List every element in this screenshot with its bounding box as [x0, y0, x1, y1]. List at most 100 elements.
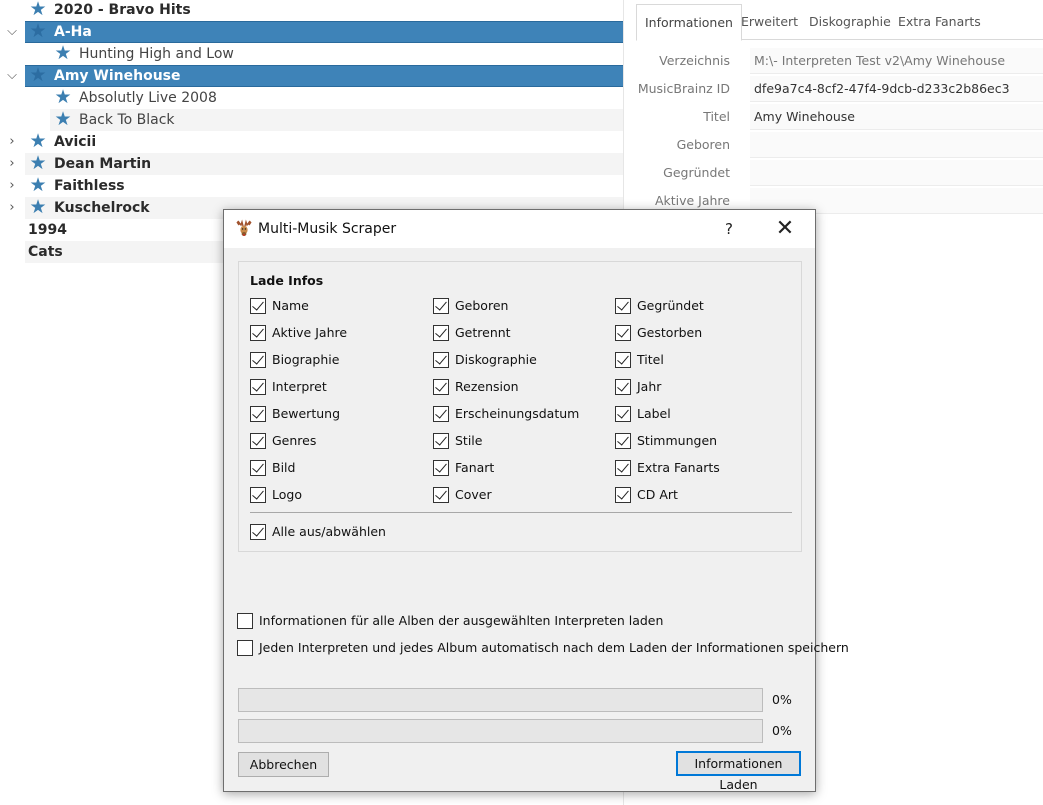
- tab-informationen[interactable]: Informationen: [636, 4, 742, 41]
- tree-row-album[interactable]: ★ Hunting High and Low: [0, 43, 623, 65]
- tree-row-artist[interactable]: › ★ Dean Martin: [0, 153, 623, 175]
- tree-row-label: Kuschelrock: [54, 200, 150, 216]
- tree-row-label: A-Ha: [54, 24, 92, 40]
- checkbox-box[interactable]: [433, 325, 449, 341]
- checkbox-label: Jahr: [637, 379, 662, 394]
- checkbox-label: CD Art: [637, 487, 678, 502]
- checkbox-label: Titel: [637, 352, 664, 367]
- star-icon: ★: [29, 64, 47, 86]
- load-info-button[interactable]: Informationen Laden: [676, 751, 801, 792]
- tab-diskographie[interactable]: Diskographie: [801, 4, 899, 40]
- star-icon: ★: [29, 0, 47, 20]
- expand-arrow-icon[interactable]: ›: [4, 197, 20, 219]
- tree-row-artist[interactable]: ⌵ ★ Amy Winehouse: [0, 65, 623, 87]
- expand-arrow-icon[interactable]: ›: [4, 131, 20, 153]
- star-icon: ★: [29, 130, 47, 152]
- tree-row-artist[interactable]: ⌵ ★ A-Ha: [0, 21, 623, 43]
- tree-row-label: Hunting High and Low: [79, 46, 234, 62]
- checkbox-label: Aktive Jahre: [272, 325, 348, 340]
- expand-arrow-icon[interactable]: ⌵: [4, 65, 20, 87]
- field-label: Titel: [703, 109, 730, 124]
- checkbox-label: Extra Fanarts: [637, 460, 720, 475]
- born-input[interactable]: [750, 132, 1043, 158]
- star-icon: ★: [54, 86, 72, 108]
- checkbox-label: Getrennt: [455, 325, 511, 340]
- checkbox-box[interactable]: [433, 487, 449, 503]
- checkbox-box[interactable]: [433, 406, 449, 422]
- star-icon: ★: [29, 20, 47, 42]
- dialog-titlebar[interactable]: Multi-Musik Scraper ? ✕: [224, 210, 815, 248]
- star-icon: ★: [54, 108, 72, 130]
- tree-row-label: Amy Winehouse: [54, 68, 181, 84]
- tree-row-artist[interactable]: ★ 2020 - Bravo Hits: [0, 0, 623, 21]
- checkbox-box[interactable]: [250, 460, 266, 476]
- checkbox-box[interactable]: [615, 460, 631, 476]
- checkbox-label: Jeden Interpreten und jedes Album automa…: [259, 640, 849, 655]
- checkbox-box[interactable]: [615, 352, 631, 368]
- checkbox-label: Erscheinungsdatum: [455, 406, 580, 421]
- checkbox-box[interactable]: [433, 298, 449, 314]
- checkbox-box[interactable]: [250, 433, 266, 449]
- field-label: Verzeichnis: [659, 53, 730, 68]
- group-title: Lade Infos: [250, 273, 324, 288]
- checkbox-box[interactable]: [433, 379, 449, 395]
- checkbox-label: Cover: [455, 487, 492, 502]
- tree-row-album[interactable]: ★ Absolutly Live 2008: [0, 87, 623, 109]
- tab-erweitert[interactable]: Erweitert: [733, 4, 806, 40]
- checkbox-box[interactable]: [250, 325, 266, 341]
- scraper-dialog: Multi-Musik Scraper ? ✕ Lade Infos Name G…: [223, 209, 849, 792]
- tree-row-label: Dean Martin: [54, 156, 152, 172]
- checkbox-box[interactable]: [250, 352, 266, 368]
- help-button[interactable]: ?: [712, 210, 746, 248]
- tree-row-label: Faithless: [54, 178, 125, 194]
- title-input[interactable]: Amy Winehouse: [750, 104, 1043, 130]
- separator: [250, 512, 792, 513]
- tab-extra-fanarts[interactable]: Extra Fanarts: [890, 4, 989, 40]
- checkbox-label: Bewertung: [272, 406, 340, 421]
- checkbox-box[interactable]: [433, 352, 449, 368]
- details-tabs: Informationen Erweitert Diskographie Ext…: [636, 4, 1043, 41]
- checkbox-box[interactable]: [237, 613, 253, 629]
- tree-row-label: Cats: [28, 244, 63, 260]
- tree-row-label: 1994: [28, 222, 67, 238]
- checkbox-box[interactable]: [237, 640, 253, 656]
- progress-percent: 0%: [772, 692, 792, 707]
- star-icon: ★: [29, 152, 47, 174]
- tree-row-artist[interactable]: › ★ Faithless: [0, 175, 623, 197]
- checkbox-box[interactable]: [615, 406, 631, 422]
- tree-row-label: Back To Black: [79, 112, 175, 128]
- field-titel: Titel Amy Winehouse: [636, 103, 1043, 131]
- checkbox-box[interactable]: [250, 298, 266, 314]
- close-button[interactable]: ✕: [767, 210, 803, 248]
- checkbox-box[interactable]: [433, 433, 449, 449]
- tree-row-label: Absolutly Live 2008: [79, 90, 217, 106]
- checkbox-box[interactable]: [250, 524, 266, 540]
- checkbox-label: Informationen für alle Alben der ausgewä…: [259, 613, 664, 628]
- star-icon: ★: [29, 174, 47, 196]
- expand-arrow-icon[interactable]: ›: [4, 153, 20, 175]
- checkbox-box[interactable]: [615, 298, 631, 314]
- tree-row-artist[interactable]: › ★ Avicii: [0, 131, 623, 153]
- checkbox-box[interactable]: [615, 487, 631, 503]
- formed-input[interactable]: [750, 160, 1043, 186]
- expand-arrow-icon[interactable]: ›: [4, 175, 20, 197]
- checkbox-label: Logo: [272, 487, 302, 502]
- cancel-button[interactable]: Abbrechen: [238, 752, 329, 777]
- checkbox-box[interactable]: [615, 433, 631, 449]
- checkbox-label: Stile: [455, 433, 483, 448]
- checkbox-box[interactable]: [250, 379, 266, 395]
- field-label: MusicBrainz ID: [637, 81, 730, 96]
- musicbrainz-id-input[interactable]: dfe9a7c4-8cf2-47f4-9dcb-d233c2b86ec3: [750, 76, 1043, 102]
- field-label: Gegründet: [663, 165, 730, 180]
- directory-value[interactable]: M:\- Interpreten Test v2\Amy Winehouse: [750, 48, 1043, 74]
- tree-row-album[interactable]: ★ Back To Black: [0, 109, 623, 131]
- field-musicbrainz-id: MusicBrainz ID dfe9a7c4-8cf2-47f4-9dcb-d…: [636, 75, 1043, 103]
- checkbox-box[interactable]: [615, 379, 631, 395]
- checkbox-label: Label: [637, 406, 671, 421]
- checkbox-box[interactable]: [433, 460, 449, 476]
- checkbox-box[interactable]: [250, 487, 266, 503]
- expand-arrow-icon[interactable]: ⌵: [4, 21, 20, 43]
- checkbox-box[interactable]: [250, 406, 266, 422]
- load-info-group: Lade Infos Name Geboren Gegründet Aktive Ja…: [238, 261, 802, 552]
- checkbox-box[interactable]: [615, 325, 631, 341]
